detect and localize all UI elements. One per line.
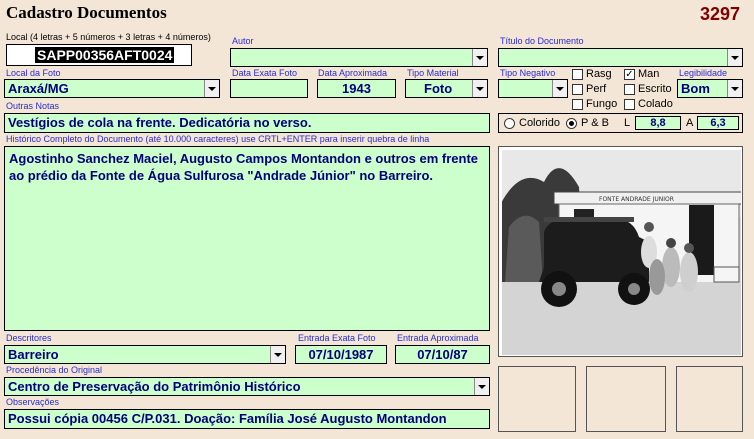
descritores-dropdown[interactable]: Barreiro bbox=[4, 345, 286, 364]
pb-radio[interactable]: P & B bbox=[566, 117, 609, 129]
colado-checkbox[interactable]: Colado bbox=[624, 98, 673, 110]
historico-value: Agostinho Sanchez Maciel, Augusto Campos… bbox=[9, 151, 478, 183]
fungo-checkbox[interactable]: Fungo bbox=[572, 98, 617, 110]
legibilidade-dropdown-arrow-icon[interactable] bbox=[727, 80, 742, 97]
fungo-check-icon[interactable] bbox=[572, 98, 583, 110]
tipo-negativo-dropdown-arrow-icon[interactable] bbox=[552, 80, 567, 97]
observacoes-value: Possui cópia 00456 C/P.031. Doação: Famí… bbox=[8, 411, 447, 426]
tipo-material-dropdown-arrow-icon[interactable] bbox=[472, 80, 487, 97]
procedencia-value: Centro de Preservação do Patrimônio Hist… bbox=[8, 379, 301, 394]
data-aproximada-input[interactable]: 1943 bbox=[317, 79, 396, 98]
escrito-check-icon[interactable] bbox=[624, 83, 635, 95]
tipo-negativo-label: Tipo Negativo bbox=[500, 68, 556, 78]
local-value: SAPP00356AFT0024 bbox=[35, 47, 175, 63]
entrada-exata-foto-input[interactable]: 07/10/1987 bbox=[295, 345, 387, 364]
man-check-icon[interactable]: ✓ bbox=[624, 68, 635, 80]
entrada-exata-foto-label: Entrada Exata Foto bbox=[298, 333, 376, 343]
entrada-exata-foto-value: 07/10/1987 bbox=[308, 347, 374, 362]
perf-check-icon[interactable] bbox=[572, 83, 583, 95]
legibilidade-dropdown[interactable]: Bom bbox=[677, 79, 743, 98]
tipo-material-label: Tipo Material bbox=[407, 68, 459, 78]
man-checkbox[interactable]: ✓ Man bbox=[624, 68, 659, 80]
pb-radio-icon[interactable] bbox=[566, 117, 577, 129]
autor-label: Autor bbox=[232, 36, 254, 46]
descritores-label: Descritores bbox=[6, 333, 52, 343]
entrada-aproximada-value: 07/10/87 bbox=[417, 347, 468, 362]
colorido-radio[interactable]: Colorido bbox=[504, 117, 560, 129]
entrada-aproximada-label: Entrada Aproximada bbox=[397, 333, 479, 343]
data-exata-foto-input[interactable] bbox=[230, 79, 308, 98]
altura-input[interactable]: 6,3 bbox=[697, 116, 739, 130]
altura-value: 6,3 bbox=[710, 117, 726, 129]
local-field[interactable]: SAPP00356AFT0024 bbox=[6, 44, 192, 66]
tipo-material-value: Foto bbox=[424, 81, 453, 96]
thumbnail-slot-1[interactable] bbox=[498, 366, 576, 432]
building-sign: FONTE ANDRADE JUNIOR bbox=[599, 196, 674, 203]
color-size-panel: Colorido P & B L 8,8 A 6,3 bbox=[498, 113, 743, 133]
largura-input[interactable]: 8,8 bbox=[635, 116, 681, 130]
document-photo: FONTE ANDRADE JUNIOR bbox=[498, 146, 743, 357]
descritores-dropdown-arrow-icon[interactable] bbox=[270, 346, 285, 363]
l-label: L bbox=[624, 117, 631, 129]
tipo-material-dropdown[interactable]: Foto bbox=[405, 79, 488, 98]
historico-label: Histórico Completo do Documento (até 10.… bbox=[6, 134, 430, 144]
outras-notas-value: Vestígios de cola na frente. Dedicatória… bbox=[8, 115, 312, 130]
procedencia-dropdown-arrow-icon[interactable] bbox=[474, 378, 489, 395]
colado-check-icon[interactable] bbox=[624, 98, 635, 110]
outras-notas-input[interactable]: Vestígios de cola na frente. Dedicatória… bbox=[4, 113, 490, 133]
descritores-value: Barreiro bbox=[8, 347, 59, 362]
data-exata-foto-label: Data Exata Foto bbox=[232, 68, 298, 78]
local-foto-label: Local da Foto bbox=[6, 68, 61, 78]
tipo-negativo-dropdown[interactable] bbox=[498, 79, 568, 98]
titulo-label: Título do Documento bbox=[500, 36, 584, 46]
rasg-checkbox[interactable]: Rasg bbox=[572, 68, 612, 80]
autor-dropdown[interactable] bbox=[230, 48, 488, 67]
perf-checkbox[interactable]: Perf bbox=[572, 83, 606, 95]
thumbnail-slot-2[interactable] bbox=[586, 366, 666, 432]
local-foto-value: Araxá/MG bbox=[8, 81, 69, 96]
record-number: 3297 bbox=[700, 4, 741, 24]
autor-dropdown-arrow-icon[interactable] bbox=[472, 49, 487, 66]
rasg-check-icon[interactable] bbox=[572, 68, 583, 80]
form-title: Cadastro Documentos bbox=[6, 3, 167, 22]
observacoes-input[interactable]: Possui cópia 00456 C/P.031. Doação: Famí… bbox=[4, 409, 490, 429]
escrito-checkbox[interactable]: Escrito bbox=[624, 83, 672, 95]
legibilidade-value: Bom bbox=[681, 81, 710, 96]
local-foto-dropdown[interactable]: Araxá/MG bbox=[4, 79, 220, 98]
data-aproximada-value: 1943 bbox=[342, 81, 371, 96]
a-label: A bbox=[686, 117, 694, 129]
colorido-radio-icon[interactable] bbox=[504, 117, 515, 129]
thumbnail-slot-3[interactable] bbox=[676, 366, 743, 432]
outras-notas-label: Outras Notas bbox=[6, 101, 60, 111]
observacoes-label: Observações bbox=[6, 397, 60, 407]
entrada-aproximada-input[interactable]: 07/10/87 bbox=[395, 345, 490, 364]
photo-image: FONTE ANDRADE JUNIOR bbox=[499, 147, 742, 356]
data-aproximada-label: Data Aproximada bbox=[318, 68, 388, 78]
procedencia-dropdown[interactable]: Centro de Preservação do Patrimônio Hist… bbox=[4, 377, 490, 396]
largura-value: 8,8 bbox=[650, 117, 666, 129]
titulo-dropdown[interactable] bbox=[498, 48, 743, 67]
local-label: Local (4 letras + 5 números + 3 letras +… bbox=[6, 32, 211, 42]
historico-textarea[interactable]: Agostinho Sanchez Maciel, Augusto Campos… bbox=[4, 146, 490, 331]
legibilidade-label: Legibilidade bbox=[679, 68, 728, 78]
titulo-dropdown-arrow-icon[interactable] bbox=[727, 49, 742, 66]
procedencia-label: Procedência do Original bbox=[6, 365, 103, 375]
local-foto-dropdown-arrow-icon[interactable] bbox=[204, 80, 219, 97]
